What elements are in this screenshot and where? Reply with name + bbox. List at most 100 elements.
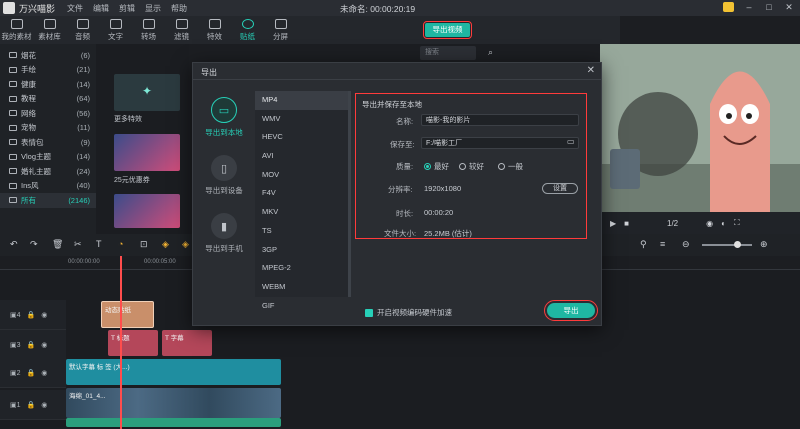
format-item[interactable]: WEBM [255,278,349,297]
tool-library[interactable]: 素材库 [33,16,66,44]
menu-edit[interactable]: 编辑 [93,3,109,14]
category-item[interactable]: 烟花 (6) [0,48,96,63]
name-input[interactable] [421,114,579,126]
format-item[interactable]: GIF [255,297,349,316]
redo-icon[interactable]: ↷ [30,239,38,250]
more-effects-thumbnail[interactable]: ✦ [114,74,180,111]
format-item[interactable]: AVI [255,147,349,166]
volume-icon[interactable]: ◐ [721,219,726,228]
format-item[interactable]: HEVC [255,128,349,147]
format-item[interactable]: MOV [255,166,349,185]
text-tool-icon[interactable]: T [96,239,102,249]
fullscreen-icon[interactable]: ⛶ [734,218,740,228]
quality-good[interactable]: 较好 [459,161,484,172]
category-item[interactable]: 健康 (14) [0,77,96,92]
menu-clip[interactable]: 剪辑 [119,3,135,14]
category-item[interactable]: Ins风 (40) [0,179,96,194]
mic-icon[interactable]: ⚲ [640,239,647,250]
category-item[interactable]: 教程 (64) [0,92,96,107]
mixer-icon[interactable]: ≡ [660,239,665,249]
quality-normal[interactable]: 一般 [498,161,523,172]
eye-icon[interactable]: ◉ [41,369,47,377]
category-item[interactable]: 网络 (56) [0,106,96,121]
zoom-slider[interactable] [702,244,752,246]
cut-icon[interactable]: ✂ [74,239,82,250]
text-clip[interactable]: T 字幕 [162,330,212,356]
tool-split-screen[interactable]: 分屏 [264,16,297,44]
folder-icon[interactable]: ▭ [567,137,575,146]
tool-sticker[interactable]: 贴纸 [231,16,264,44]
format-item[interactable]: MPEG-2 [255,259,349,278]
search-icon[interactable]: ⌕ [488,47,493,58]
category-item[interactable]: 婚礼主题 (24) [0,164,96,179]
lock-icon[interactable]: 🔒 [27,369,36,377]
tool-text[interactable]: 文字 [99,16,132,44]
tool-effect[interactable]: 特效 [198,16,231,44]
zoom-slider-handle[interactable] [734,241,741,248]
sticker-clip[interactable]: 动态贴纸 [101,301,154,328]
zoom-out-icon[interactable]: ⊖ [682,239,690,250]
export-video-button[interactable]: 导出视频 [423,21,472,39]
coupon-thumbnail[interactable] [114,134,180,171]
delete-icon[interactable]: 🗑 [52,239,63,250]
export-phone-option[interactable]: ▮ 导出到手机 [201,213,247,254]
lock-icon[interactable]: 🔒 [27,311,36,319]
export-button[interactable]: 导出 [544,300,598,321]
lock-icon[interactable]: 🔒 [27,341,36,349]
category-item[interactable]: 手绘 (21) [0,63,96,78]
text-clip[interactable]: T 标题 [108,330,158,356]
format-item[interactable]: F4V [255,184,349,203]
close-icon[interactable]: ✕ [587,65,595,76]
playhead[interactable] [120,256,122,429]
checkbox-checked-icon[interactable] [365,308,373,317]
hw-accel-option[interactable]: 开启视频编码硬件加速 [365,307,452,318]
format-item[interactable]: 3GP [255,241,349,260]
keyframe-icon[interactable]: ◈ [162,239,169,250]
eye-icon[interactable]: ◉ [41,341,47,349]
marker-icon[interactable]: ◈ [182,239,189,250]
eye-icon[interactable]: ◉ [41,311,47,319]
lock-icon[interactable]: 🔒 [27,401,36,409]
page-indicator[interactable]: 1/2 [667,219,678,228]
format-item[interactable]: MP4 [255,91,349,110]
crop-icon[interactable]: ⊡ [140,239,148,250]
minimize-icon[interactable]: – [744,2,754,12]
tool-my-media[interactable]: 我的素材 [0,16,33,44]
audio-waveform[interactable] [66,418,281,427]
premium-icon[interactable] [723,2,734,12]
export-device-option[interactable]: ▯ 导出到设备 [201,155,247,196]
speed-icon[interactable]: ◔ [118,239,123,249]
format-scrollbar[interactable] [348,91,351,297]
category-item[interactable]: Vlog主题 (14) [0,150,96,165]
category-item[interactable]: 宠物 (11) [0,121,96,136]
menu-view[interactable]: 显示 [145,3,161,14]
play-icon[interactable]: ▶ [610,219,616,228]
tool-filter[interactable]: 滤镜 [165,16,198,44]
undo-icon[interactable]: ↶ [10,239,18,250]
close-icon[interactable]: ✕ [784,2,794,12]
menu-help[interactable]: 帮助 [171,3,187,14]
format-item[interactable]: TS [255,222,349,241]
tool-transition[interactable]: 转场 [132,16,165,44]
menu-file[interactable]: 文件 [67,3,83,14]
video-clip[interactable]: 海绵_01_4... [66,388,281,418]
path-input[interactable] [421,137,579,149]
export-local-option[interactable]: ▭ 导出到本地 [201,97,247,138]
format-item[interactable]: MKV [255,203,349,222]
export-settings-panel: 导出并保存至本地 名称: 保存至: ▭ 质量: 最好 较好 一般 分辨率: 19… [355,93,587,239]
maximize-icon[interactable]: □ [764,2,774,12]
format-item[interactable]: WMV [255,110,349,129]
quality-best[interactable]: 最好 [424,161,449,172]
coupon-thumbnail[interactable] [114,194,180,228]
search-input[interactable]: 搜索 [420,46,476,60]
eye-icon[interactable]: ◉ [41,401,47,409]
tool-audio[interactable]: 音频 [66,16,99,44]
settings-button[interactable]: 设置 [542,183,578,194]
snapshot-icon[interactable]: ◉ [706,219,713,228]
name-label: 名称: [396,117,414,126]
zoom-in-icon[interactable]: ⊕ [760,239,768,250]
title-clip[interactable]: 默认字幕 标 签 (大...) [66,359,281,385]
category-item-all[interactable]: 所有 (2146) [0,193,96,208]
stop-icon[interactable]: ■ [624,219,629,228]
category-item[interactable]: 表情包 (9) [0,135,96,150]
